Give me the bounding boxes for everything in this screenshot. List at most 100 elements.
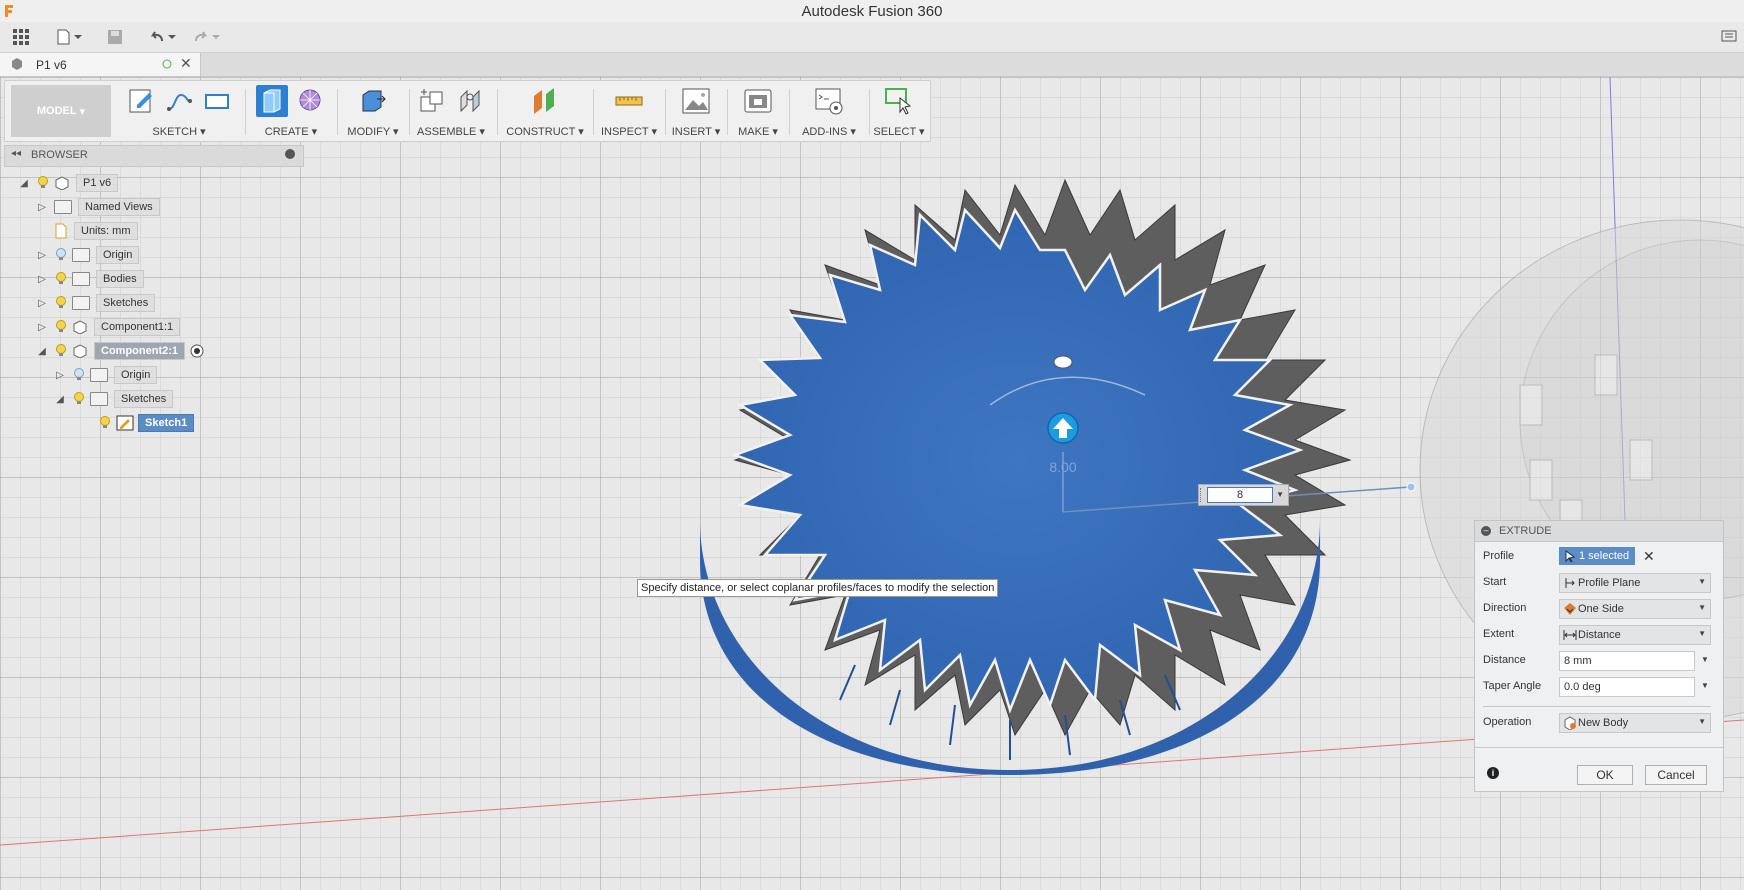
joint-icon[interactable]: [454, 85, 486, 117]
insert-group[interactable]: INSERT ▾: [669, 85, 723, 139]
visibility-bulb-icon[interactable]: [98, 416, 112, 430]
direction-select[interactable]: One Side ▼: [1559, 599, 1711, 619]
inspect-group[interactable]: INSPECT ▾: [597, 85, 661, 139]
expand-icon[interactable]: ▷: [36, 201, 48, 213]
extent-select[interactable]: Distance ▼: [1559, 625, 1711, 645]
extrude-icon[interactable]: [256, 85, 288, 117]
visibility-bulb-icon[interactable]: [36, 176, 50, 190]
browser-minimize-icon[interactable]: [285, 149, 295, 159]
offset-plane-icon[interactable]: [529, 85, 561, 117]
comments-icon[interactable]: [1718, 26, 1740, 48]
create-group[interactable]: CREATE ▾: [249, 85, 333, 139]
tree-item-sketches[interactable]: ▷ Sketches: [36, 292, 156, 314]
expand-icon[interactable]: ◢: [18, 177, 30, 189]
tree-item-root[interactable]: ◢ P1 v6: [18, 172, 119, 194]
document-tab-bar: P1 v6 ✕: [0, 53, 1744, 77]
taper-row: Taper Angle 0.0 deg ▼: [1475, 675, 1723, 699]
3d-print-icon[interactable]: [742, 85, 774, 117]
visibility-bulb-icon[interactable]: [54, 248, 68, 262]
rectangle-icon[interactable]: [201, 85, 233, 117]
distance-input[interactable]: 8 mm: [1559, 651, 1695, 671]
collapse-dialog-icon[interactable]: –: [1481, 526, 1491, 536]
close-tab-icon[interactable]: ✕: [180, 55, 192, 72]
expand-icon[interactable]: ▷: [36, 297, 48, 309]
tree-item-sketch1[interactable]: Sketch1: [98, 412, 195, 434]
scripts-addins-icon[interactable]: [813, 85, 845, 117]
tree-item-component2[interactable]: ◢ Component2:1: [36, 340, 205, 362]
tree-item-label: Origin: [114, 366, 158, 384]
profile-selection-button[interactable]: 1 selected: [1559, 547, 1635, 565]
visibility-bulb-icon[interactable]: [54, 320, 68, 334]
chevron-down-icon[interactable]: ▼: [1276, 490, 1284, 499]
visibility-bulb-icon[interactable]: [72, 392, 86, 406]
data-panel-grid-icon[interactable]: [10, 26, 32, 48]
undo-icon[interactable]: [146, 26, 180, 48]
chevron-down-icon[interactable]: ▼: [1701, 655, 1709, 664]
tree-item-bodies[interactable]: ▷ Bodies: [36, 268, 144, 290]
title-bar: Autodesk Fusion 360: [0, 0, 1744, 23]
clear-selection-icon[interactable]: ✕: [1643, 548, 1655, 565]
activate-component-icon[interactable]: [189, 343, 205, 359]
toolbar-separator: [497, 89, 498, 135]
canvas-distance-field[interactable]: 8: [1207, 487, 1273, 503]
chevron-down-icon: ▼: [1698, 629, 1706, 638]
extrude-dialog-title: EXTRUDE: [1499, 525, 1552, 537]
visibility-bulb-icon[interactable]: [54, 272, 68, 286]
expand-icon[interactable]: ▷: [54, 369, 66, 381]
redo-icon[interactable]: [190, 26, 224, 48]
toolbar-separator: [245, 89, 246, 135]
file-menu-icon[interactable]: [54, 26, 84, 48]
modify-group[interactable]: MODIFY ▾: [341, 85, 405, 139]
tree-item-units[interactable]: Units: mm: [54, 220, 138, 242]
press-pull-icon[interactable]: [357, 85, 389, 117]
tree-item-component2-origin[interactable]: ▷ Origin: [54, 364, 158, 386]
operation-row: Operation New Body ▼: [1475, 711, 1723, 735]
workspace-switcher[interactable]: MODEL ▾: [11, 85, 111, 137]
tree-item-origin[interactable]: ▷ Origin: [36, 244, 140, 266]
assemble-group[interactable]: ASSEMBLE ▾: [411, 85, 491, 139]
create-sketch-icon[interactable]: [125, 85, 157, 117]
canvas-distance-input[interactable]: 8 ▼: [1198, 484, 1289, 506]
info-icon[interactable]: i: [1487, 767, 1499, 779]
collapse-icon[interactable]: ◢: [54, 393, 66, 405]
insert-image-icon[interactable]: [680, 85, 712, 117]
cancel-button[interactable]: Cancel: [1645, 765, 1707, 785]
line-spline-icon[interactable]: [163, 85, 195, 117]
toolbar-separator: [409, 89, 410, 135]
expand-icon[interactable]: ▷: [36, 321, 48, 333]
tree-item-named-views[interactable]: ▷ Named Views: [36, 196, 160, 218]
start-row: Start Profile Plane ▼: [1475, 571, 1723, 595]
toolbar-separator: [789, 89, 790, 135]
visibility-bulb-icon[interactable]: [54, 344, 68, 358]
extrude-dialog: – EXTRUDE Profile 1 selected ✕ Start Pro…: [1474, 520, 1724, 792]
measure-icon[interactable]: [613, 85, 645, 117]
visibility-bulb-icon[interactable]: [72, 368, 86, 382]
visibility-bulb-icon[interactable]: [54, 296, 68, 310]
operation-select[interactable]: New Body ▼: [1559, 713, 1711, 733]
browser-header[interactable]: ◂◂ BROWSER: [4, 145, 304, 167]
expand-icon[interactable]: ▷: [36, 249, 48, 261]
ok-button[interactable]: OK: [1577, 765, 1633, 785]
add-ins-group[interactable]: ADD-INS ▾: [793, 85, 865, 139]
tree-item-component2-sketches[interactable]: ◢ Sketches: [54, 388, 174, 410]
start-select[interactable]: Profile Plane ▼: [1559, 573, 1711, 593]
new-component-icon[interactable]: [416, 85, 448, 117]
make-group[interactable]: MAKE ▾: [731, 85, 785, 139]
form-box-icon[interactable]: [294, 85, 326, 117]
document-tab[interactable]: P1 v6 ✕: [0, 53, 201, 76]
dimension-label: 8.00: [1049, 459, 1076, 475]
expand-icon[interactable]: ▷: [36, 273, 48, 285]
chevron-down-icon[interactable]: ▼: [1701, 681, 1709, 690]
window-title: Autodesk Fusion 360: [801, 3, 943, 20]
sketch-group[interactable]: SKETCH ▾: [117, 85, 241, 139]
taper-angle-input[interactable]: 0.0 deg: [1559, 677, 1695, 697]
collapse-icon[interactable]: ◢: [36, 345, 48, 357]
save-icon[interactable]: [104, 26, 126, 48]
extrude-dialog-header[interactable]: – EXTRUDE: [1475, 521, 1723, 542]
collapse-browser-icon[interactable]: ◂◂: [11, 148, 21, 159]
operation-label: Operation: [1483, 716, 1532, 728]
select-icon[interactable]: [883, 85, 915, 117]
construct-group[interactable]: CONSTRUCT ▾: [501, 85, 589, 139]
tree-item-component1[interactable]: ▷ Component1:1: [36, 316, 181, 338]
select-group[interactable]: SELECT ▾: [871, 85, 927, 139]
